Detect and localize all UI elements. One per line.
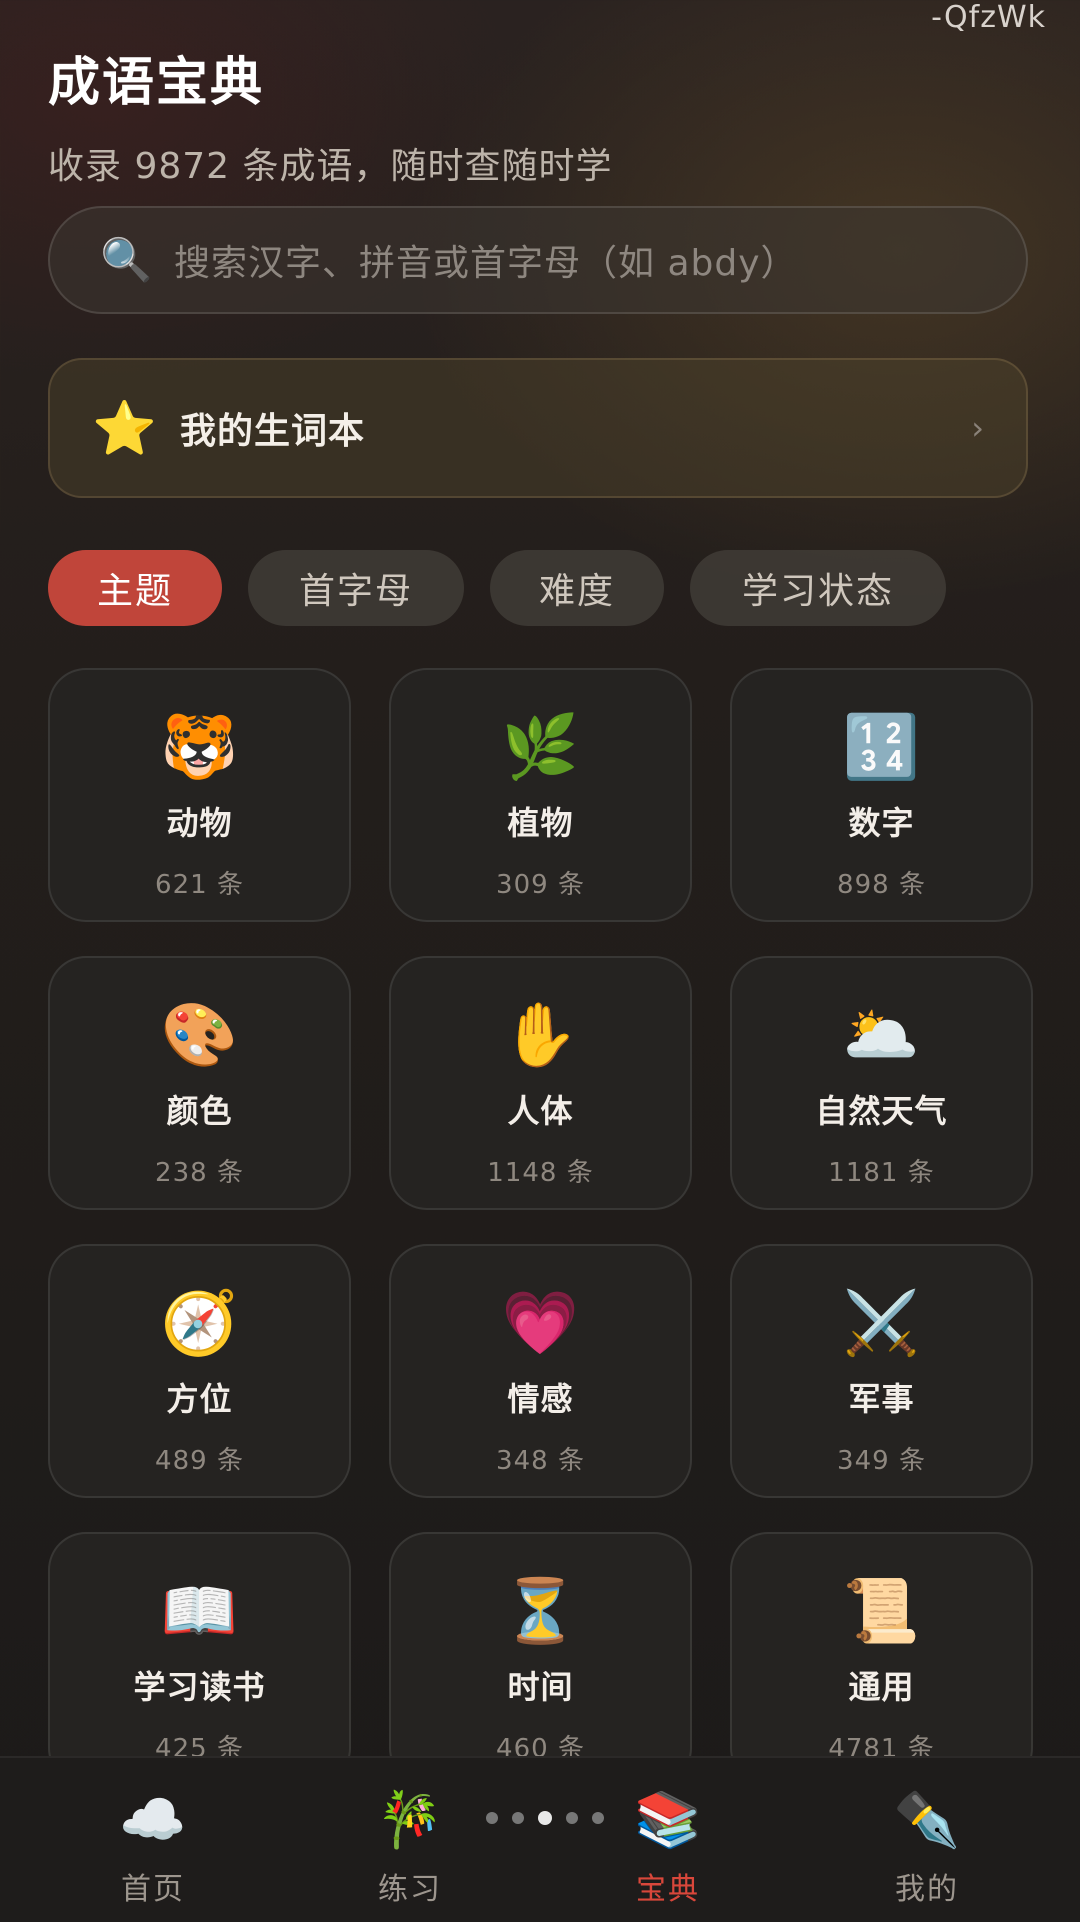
cloud-icon: ☁️: [119, 1788, 187, 1851]
search-icon: 🔍: [100, 235, 153, 284]
category-count: 1181 条: [828, 1158, 935, 1188]
category-name: 数字: [848, 804, 915, 842]
sun-cloud-icon: 🌥️: [842, 998, 921, 1071]
open-book-icon: 📖: [160, 1574, 239, 1647]
nav-label: 练习: [378, 1872, 442, 1907]
search-placeholder: 搜索汉字、拼音或首字母（如 abdy）: [174, 243, 798, 284]
numbers-icon: 🔢: [842, 710, 921, 783]
page-dot: [486, 1812, 498, 1824]
category-card-study[interactable]: 📖 学习读书 425 条: [48, 1532, 351, 1786]
nav-profile[interactable]: ✒️ 我的: [847, 1788, 1007, 1908]
wordbook-label: 我的生词本: [180, 411, 366, 452]
nav-label: 我的: [895, 1872, 959, 1907]
category-name: 自然天气: [815, 1092, 948, 1130]
category-name: 方位: [166, 1380, 233, 1418]
nav-home[interactable]: ☁️ 首页: [73, 1788, 233, 1908]
category-name: 情感: [507, 1380, 574, 1418]
category-card-numbers[interactable]: 🔢 数字 898 条: [730, 668, 1033, 922]
category-count: 1148 条: [487, 1158, 594, 1188]
hourglass-icon: ⏳: [501, 1574, 580, 1647]
heart-icon: 💗: [501, 1286, 580, 1359]
category-name: 时间: [507, 1668, 574, 1706]
page-indicator: [486, 1811, 604, 1825]
hand-icon: ✋: [501, 998, 580, 1071]
filter-tabs: 主题 首字母 难度 学习状态: [48, 550, 946, 626]
page-dot: [566, 1812, 578, 1824]
nav-practice[interactable]: 🎋 练习: [330, 1788, 490, 1908]
category-card-body[interactable]: ✋ 人体 1148 条: [389, 956, 692, 1210]
page-dot: [512, 1812, 524, 1824]
star-icon: ⭐: [92, 398, 157, 459]
nav-label: 宝典: [636, 1872, 700, 1907]
compass-icon: 🧭: [160, 1286, 239, 1359]
herb-icon: 🌿: [501, 710, 580, 783]
category-count: 349 条: [837, 1446, 926, 1476]
category-grid: 🐯 动物 621 条 🌿 植物 309 条 🔢 数字 898 条 🎨 颜色 23…: [48, 668, 1034, 1786]
crossed-swords-icon: ⚔️: [842, 1286, 921, 1359]
page-title: 成语宝典: [48, 53, 265, 113]
category-count: 348 条: [496, 1446, 585, 1476]
category-count: 621 条: [155, 870, 244, 900]
tab-study-status[interactable]: 学习状态: [690, 550, 946, 626]
search-input[interactable]: 🔍 搜索汉字、拼音或首字母（如 abdy）: [48, 206, 1028, 314]
category-card-plants[interactable]: 🌿 植物 309 条: [389, 668, 692, 922]
books-icon: 📚: [634, 1788, 702, 1851]
scroll-icon: 📜: [842, 1574, 921, 1647]
category-name: 颜色: [166, 1092, 233, 1130]
category-name: 学习读书: [133, 1668, 266, 1706]
page-header: 成语宝典 收录 9872 条成语，随时查随时学: [48, 40, 613, 189]
page-subtitle: 收录 9872 条成语，随时查随时学: [48, 146, 613, 187]
page-dot-active: [538, 1811, 552, 1825]
tab-difficulty[interactable]: 难度: [490, 550, 664, 626]
category-card-nature-weather[interactable]: 🌥️ 自然天气 1181 条: [730, 956, 1033, 1210]
tab-initial-letter[interactable]: 首字母: [248, 550, 464, 626]
palette-icon: 🎨: [160, 998, 239, 1071]
category-card-animals[interactable]: 🐯 动物 621 条: [48, 668, 351, 922]
category-count: 309 条: [496, 870, 585, 900]
category-card-direction[interactable]: 🧭 方位 489 条: [48, 1244, 351, 1498]
chevron-right-icon: ›: [971, 409, 984, 447]
category-card-general[interactable]: 📜 通用 4781 条: [730, 1532, 1033, 1786]
watermark-text: -QfzWk: [931, 0, 1046, 35]
category-name: 动物: [166, 804, 233, 842]
tab-theme[interactable]: 主题: [48, 550, 222, 626]
category-name: 植物: [507, 804, 574, 842]
category-count: 238 条: [155, 1158, 244, 1188]
category-name: 人体: [507, 1092, 574, 1130]
category-card-military[interactable]: ⚔️ 军事 349 条: [730, 1244, 1033, 1498]
bamboo-icon: 🎋: [376, 1788, 444, 1851]
bottom-navigation: ☁️ 首页 🎋 练习 📚 宝典 ✒️ 我的: [0, 1756, 1080, 1922]
wordbook-button[interactable]: ⭐ 我的生词本 ›: [48, 358, 1028, 498]
category-card-emotion[interactable]: 💗 情感 348 条: [389, 1244, 692, 1498]
category-name: 通用: [848, 1668, 915, 1706]
category-card-colors[interactable]: 🎨 颜色 238 条: [48, 956, 351, 1210]
tiger-icon: 🐯: [160, 710, 239, 783]
category-name: 军事: [848, 1380, 915, 1418]
category-card-time[interactable]: ⏳ 时间 460 条: [389, 1532, 692, 1786]
nav-label: 首页: [121, 1872, 185, 1907]
pen-icon: ✒️: [893, 1788, 961, 1851]
nav-dictionary[interactable]: 📚 宝典: [588, 1788, 748, 1908]
category-count: 898 条: [837, 870, 926, 900]
category-count: 489 条: [155, 1446, 244, 1476]
